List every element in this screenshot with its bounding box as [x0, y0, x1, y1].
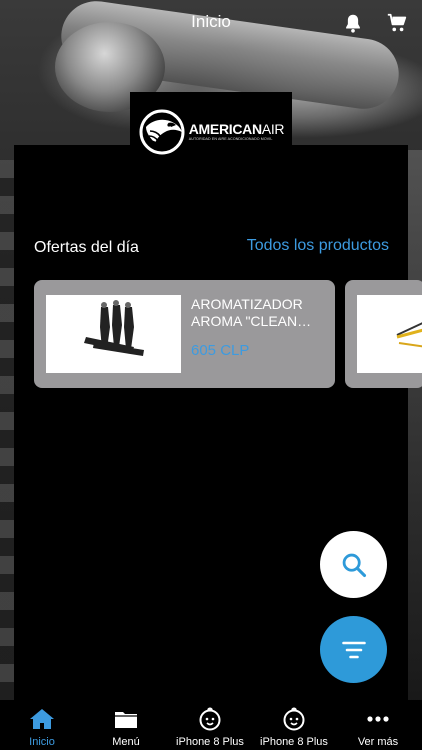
product-image — [46, 295, 181, 373]
home-icon — [30, 709, 54, 729]
tab-label: Inicio — [29, 736, 55, 748]
brand-name-bold: AMERICAN — [188, 121, 262, 138]
offers-title: Ofertas del día — [34, 239, 139, 256]
product-card-partial[interactable] — [345, 280, 422, 388]
filter-icon — [341, 641, 366, 658]
brand-tagline: AUTORIDAD EN AIRE ACONDICIONADO MOVIL — [188, 137, 273, 142]
tab-label: iPhone 8 Plus — [260, 736, 328, 748]
background-edge-left — [0, 160, 14, 700]
product-image — [357, 295, 422, 373]
face-icon — [283, 707, 305, 731]
product-price: 605 CLP — [191, 342, 250, 359]
tab-label: Menú — [112, 736, 140, 748]
search-icon — [342, 553, 366, 577]
brand-logo: AMERICANAIR AUTORIDAD EN AIRE ACONDICION… — [130, 92, 292, 172]
tab-ver-mas[interactable]: Ver más — [336, 700, 420, 750]
tab-inicio[interactable]: Inicio — [0, 700, 84, 750]
tab-menu[interactable]: Menú — [84, 700, 168, 750]
eagle-logo-icon — [139, 109, 185, 155]
product-card[interactable]: AROMATIZADOR AROMA "CLEAN… 605 CLP — [34, 280, 335, 388]
bell-icon[interactable] — [342, 12, 364, 34]
bottom-tab-bar: Inicio Menú iPhone 8 Plus iPhone 8 Plus — [0, 700, 422, 750]
brand-name-light: AIR — [261, 121, 285, 138]
top-bar: Inicio — [0, 0, 422, 46]
tab-label: Ver más — [357, 736, 399, 748]
more-icon — [367, 716, 389, 722]
all-products-link[interactable]: Todos los productos — [247, 237, 389, 255]
filter-menu-button[interactable] — [320, 616, 387, 683]
folder-icon — [115, 712, 137, 728]
search-button[interactable] — [320, 531, 387, 598]
background-edge-right — [408, 150, 422, 700]
cart-icon[interactable] — [386, 12, 408, 34]
product-name: AROMATIZADOR AROMA "CLEAN… — [191, 296, 312, 329]
tab-iphone-8-plus-1[interactable]: iPhone 8 Plus — [168, 700, 252, 750]
tab-iphone-8-plus-2[interactable]: iPhone 8 Plus — [252, 700, 336, 750]
tab-label: iPhone 8 Plus — [176, 736, 244, 748]
face-icon — [199, 707, 221, 731]
